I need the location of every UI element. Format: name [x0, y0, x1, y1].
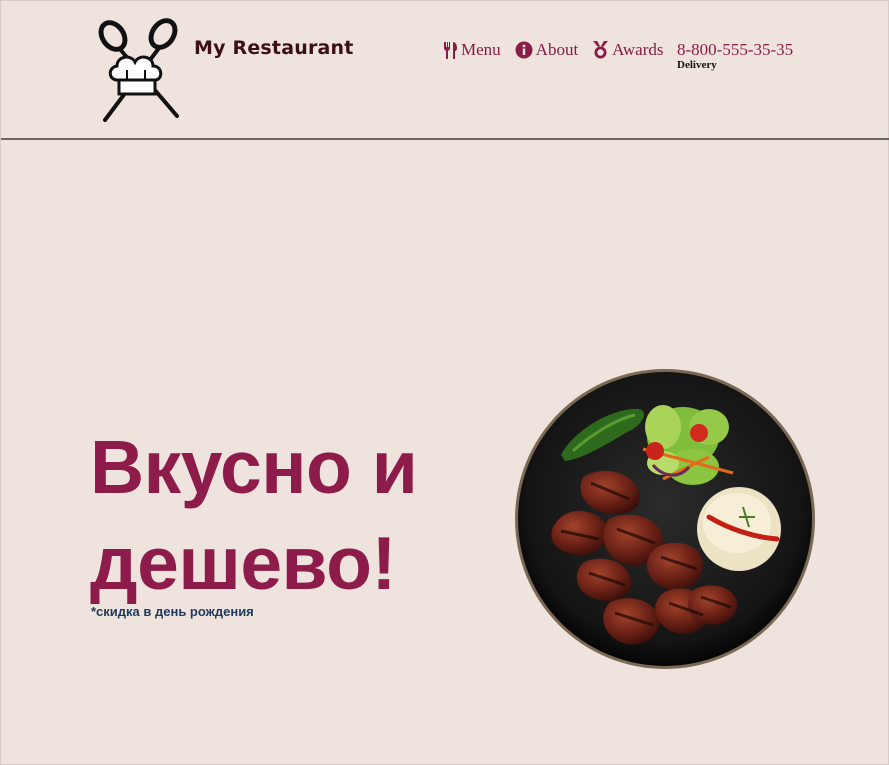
nav-about-label: About: [535, 40, 579, 59]
nav-awards-label: Awards: [612, 40, 664, 59]
medal-icon: [593, 41, 609, 59]
hero-headline: Вкусно и дешево!: [90, 419, 490, 611]
brand-name[interactable]: My Restaurant: [194, 37, 354, 59]
main-nav: Menu About Awards: [443, 40, 678, 60]
hero-headline-line1: Вкусно и: [90, 425, 418, 509]
utensils-icon: [444, 41, 457, 59]
site-header: My Restaurant Menu About Awards 8-800-55…: [1, 1, 889, 140]
nav-awards[interactable]: Awards: [592, 40, 664, 60]
nav-menu-label: Menu: [461, 40, 501, 59]
grilled-meat-plate-image: [513, 367, 817, 671]
contact-block: 8-800-555-35-35 Delivery: [677, 40, 793, 71]
birthday-discount-note: *скидка в день рождения: [91, 604, 254, 619]
nav-menu[interactable]: Menu: [443, 40, 501, 60]
hero-headline-line2: дешево!: [90, 521, 396, 605]
restaurant-logo[interactable]: [97, 18, 183, 124]
dish-illustration: [515, 369, 815, 669]
phone-number[interactable]: 8-800-555-35-35: [677, 40, 793, 60]
nav-about[interactable]: About: [515, 40, 579, 60]
spoons-chef-hat-icon: [98, 18, 179, 122]
delivery-caption: Delivery: [677, 59, 717, 71]
info-circle-icon: [515, 41, 533, 59]
